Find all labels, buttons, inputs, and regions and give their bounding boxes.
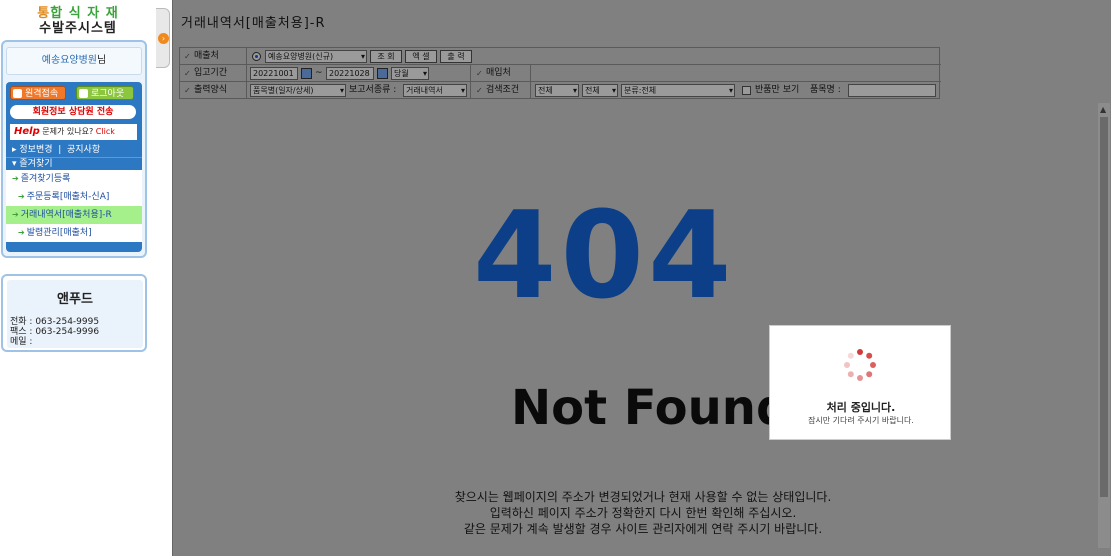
favorites-header[interactable]: ▾ 즐겨찾기	[6, 157, 142, 169]
output-label: 출력양식	[180, 82, 246, 99]
report-select[interactable]: 거래내역서	[403, 84, 467, 97]
help-text: 문제가 있나요?	[42, 127, 94, 136]
main-area: 거래내역서[매출처용]-R 매출처 예송요양병원(신규) 조 회 엑 셀 출 력…	[172, 0, 1111, 556]
help-banner[interactable]: Help 문제가 있나요? Click	[10, 124, 137, 140]
error-message-3: 같은 문제가 계속 발생할 경우 사이트 관리자에게 연락 주시기 바랍니다.	[463, 522, 823, 536]
help-click: Click	[95, 127, 115, 136]
email-line: 메일 :	[10, 337, 33, 347]
condition-select-1[interactable]: 전체	[535, 84, 579, 97]
scroll-up-icon[interactable]: ▲	[1100, 105, 1106, 114]
info-links: ▸ 정보변경 | 공지사항	[12, 145, 101, 155]
user-menu: 원격접속 로그아웃 회원정보 상담원 전송 Help 문제가 있나요? Clic…	[6, 82, 142, 252]
contact-box: 앤푸드 전화 : 063-254-9995 팩스 : 063-254-9996 …	[7, 280, 143, 348]
favorite-item[interactable]: ➔ 즐겨찾기등록	[6, 170, 142, 188]
divider	[470, 82, 471, 99]
returns-only-label: 반품만 보기	[755, 85, 800, 95]
member-info-send-button[interactable]: 회원정보 상담원 전송	[10, 105, 136, 119]
month-select[interactable]: 당월	[391, 67, 429, 80]
error-title: Not Found	[511, 380, 791, 436]
divider	[246, 82, 247, 99]
error-code: 404	[473, 187, 736, 326]
power-icon	[79, 89, 88, 98]
user-panel: 예송요양병원님 원격접속 로그아웃 회원정보 상담원 전송 Help 문제가 있…	[1, 40, 147, 258]
divider	[246, 65, 247, 82]
favorite-item-active[interactable]: ➔ 거래내역서[매출처용]-R	[6, 206, 142, 224]
chevron-right-icon: ›	[158, 33, 169, 44]
loading-subtitle: 잠시만 기다려 주시기 바랍니다.	[808, 416, 914, 425]
page-title: 거래내역서[매출처용]-R	[181, 16, 326, 31]
arrow-right-icon: ➔	[18, 228, 25, 237]
period-label: 입고기간	[180, 65, 246, 82]
returns-only-checkbox[interactable]	[742, 86, 751, 95]
loading-title: 처리 중입니다.	[826, 401, 896, 414]
help-brand: Help	[14, 126, 40, 137]
divider	[470, 65, 471, 82]
filter-row-output: 출력양식 품목별(일자/상세) 보고서종류 : 거래내역서 검색조건 전체 전체…	[180, 82, 941, 99]
favorites-list: ➔ 즐겨찾기등록 ➔ 주문등록[매출처-신A] ➔ 거래내역서[매출처용]-R ➔ 발령…	[6, 170, 142, 242]
company-name: 앤푸드	[57, 292, 93, 307]
sidebar-toggle-tab[interactable]: ›	[156, 8, 170, 68]
arrow-right-icon: ➔	[18, 192, 25, 201]
error-message-1: 찾으시는 웹페이지의 주소가 변경되었거나 현재 사용할 수 없는 상태입니다.	[454, 490, 832, 504]
error-message-2: 입력하신 페이지 주소가 정확한지 다시 한번 확인해 주십시오.	[489, 506, 797, 520]
user-greeting: 예송요양병원님	[6, 47, 142, 75]
arrow-right-icon: ➔	[12, 210, 19, 219]
customer-select[interactable]: 예송요양병원(신규)	[265, 50, 367, 63]
filter-row-customer: 매출처 예송요양병원(신규) 조 회 엑 셀 출 력	[180, 48, 941, 65]
customer-radio[interactable]	[252, 52, 261, 61]
logo[interactable]: 통합 식 자 재 수발주시스템	[0, 0, 156, 38]
calendar-icon[interactable]	[301, 68, 312, 79]
monitor-icon	[13, 89, 22, 98]
user-suffix: 님	[97, 55, 107, 66]
logo-line2: 수발주시스템	[39, 21, 117, 36]
date-range-tilde: ~	[315, 68, 323, 78]
item-name-label: 품목명 :	[810, 85, 841, 95]
favorite-item[interactable]: ➔ 발령관리[매출처]	[6, 224, 142, 242]
loading-dialog: 처리 중입니다. 잠시만 기다려 주시기 바랍니다.	[769, 325, 951, 440]
item-name-input[interactable]	[848, 84, 936, 97]
condition-label: 검색조건	[472, 82, 530, 99]
category-select[interactable]: 분류:전체	[621, 84, 735, 97]
logout-button[interactable]: 로그아웃	[76, 86, 134, 100]
arrow-right-icon: ➔	[12, 174, 19, 183]
date-to-input[interactable]: 20221028	[326, 67, 374, 80]
search-button[interactable]: 조 회	[370, 50, 402, 63]
favorite-item[interactable]: ➔ 주문등록[매출처-신A]	[6, 188, 142, 206]
divider	[530, 82, 531, 99]
notice-link[interactable]: 공지사항	[67, 145, 100, 155]
favorite-label: 거래내역서[매출처용]-R	[20, 210, 112, 220]
user-name: 예송요양병원	[41, 55, 97, 66]
calendar-icon[interactable]	[377, 68, 388, 79]
favorite-label: 주문등록[매출처-신A]	[26, 192, 110, 202]
vertical-scrollbar[interactable]: ▲	[1098, 103, 1110, 548]
report-label: 보고서종류 :	[349, 85, 397, 95]
filter-panel: 매출처 예송요양병원(신규) 조 회 엑 셀 출 력 입고기간 20221001…	[179, 47, 941, 99]
divider	[530, 65, 531, 82]
date-from-input[interactable]: 20221001	[250, 67, 298, 80]
customer-label: 매출처	[180, 48, 246, 65]
remote-access-button[interactable]: 원격접속	[10, 86, 66, 100]
filter-row-period: 입고기간 20221001 ~ 20221028 당월 매입처	[180, 65, 941, 82]
output-select[interactable]: 품목별(일자/상세)	[250, 84, 346, 97]
contact-panel: 앤푸드 전화 : 063-254-9995 팩스 : 063-254-9996 …	[1, 274, 147, 352]
remote-access-label: 원격접속	[25, 89, 59, 99]
divider	[246, 48, 247, 65]
spinner-icon	[844, 349, 876, 381]
excel-button[interactable]: 엑 셀	[405, 50, 437, 63]
info-change-link[interactable]: 정보변경	[19, 145, 52, 155]
scrollbar-thumb[interactable]	[1100, 117, 1108, 497]
condition-select-2[interactable]: 전체	[582, 84, 618, 97]
sidebar: 통합 식 자 재 수발주시스템 › 예송요양병원님 원격접속 로그아웃 회원정보…	[0, 0, 172, 556]
purchase-label: 매입처	[472, 65, 530, 82]
favorite-label: 즐겨찾기등록	[20, 174, 71, 184]
print-button[interactable]: 출 력	[440, 50, 472, 63]
title-bar: 거래내역서[매출처용]-R	[173, 0, 1111, 40]
fax-value: 063-254-9996	[35, 327, 100, 337]
favorite-label: 발령관리[매출처]	[26, 228, 92, 238]
favorites-header-label: 즐겨찾기	[19, 159, 53, 169]
logout-label: 로그아웃	[91, 89, 125, 99]
